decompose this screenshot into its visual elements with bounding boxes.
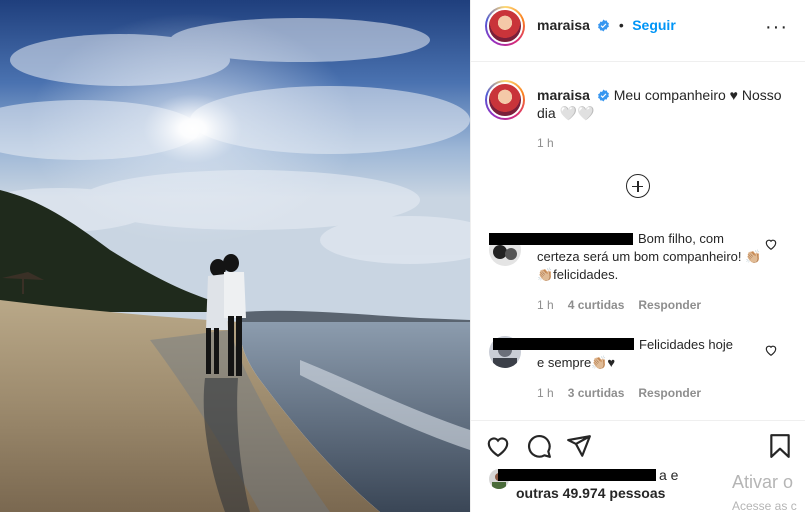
reply-button[interactable]: Responder (638, 298, 701, 312)
comment-meta: 1 h 3 curtidas Responder (537, 386, 701, 400)
load-more-comments-icon[interactable] (626, 174, 650, 198)
comment-time[interactable]: 1 h (537, 386, 554, 400)
reply-button[interactable]: Responder (638, 386, 701, 400)
caption-time[interactable]: 1 h (537, 136, 554, 150)
redacted-username (493, 338, 634, 350)
comment-like-heart-icon[interactable] (764, 343, 778, 357)
verified-badge-icon (598, 19, 610, 32)
caption-username[interactable]: maraisa (537, 87, 590, 103)
follow-button[interactable]: Seguir (632, 17, 676, 33)
comment-meta: 1 h 4 curtidas Responder (537, 298, 701, 312)
comment-text: e sempre👏🏼♥ (537, 355, 616, 370)
likes-count[interactable]: outras 49.974 pessoas (516, 485, 665, 501)
post-caption: maraisa Meu companheiro ♥ Nosso dia 🤍🤍 (537, 86, 792, 122)
beach-sunset-photo (0, 0, 470, 512)
comment-icon[interactable] (526, 433, 552, 459)
separator-dot: • (618, 17, 624, 33)
comment-text-line1: Felicidades hoje (639, 337, 733, 352)
comment-likes[interactable]: 4 curtidas (568, 298, 625, 312)
share-icon[interactable] (566, 433, 592, 459)
comment-likes[interactable]: 3 curtidas (568, 386, 625, 400)
activation-watermark-title: Ativar o (732, 472, 794, 492)
save-icon[interactable] (767, 433, 793, 459)
post-photo[interactable] (0, 0, 470, 512)
comment-text: certeza será um bom companheiro! 👏🏼👏🏼fel… (537, 249, 762, 282)
activation-watermark-subtitle: Acesse as c (732, 499, 797, 512)
heart-icon[interactable] (485, 433, 511, 459)
verified-badge-icon (597, 89, 609, 102)
caption-author-avatar[interactable] (485, 80, 525, 120)
comment-time[interactable]: 1 h (537, 298, 554, 312)
likes-connector: a e (659, 467, 679, 483)
more-options-icon[interactable]: ··· (765, 16, 788, 39)
comment-text-line1: Bom filho, com (638, 231, 724, 246)
comment-like-heart-icon[interactable] (764, 237, 778, 251)
redacted-username (498, 469, 656, 481)
author-avatar[interactable] (485, 6, 525, 46)
likes-others[interactable]: outras 49.974 pessoas (516, 485, 665, 501)
post-header: maraisa • Seguir ··· (471, 0, 805, 62)
author-username[interactable]: maraisa (537, 17, 590, 33)
author-line: maraisa • Seguir (537, 17, 676, 35)
redacted-username (489, 233, 633, 245)
post-sidebar: maraisa • Seguir ··· maraisa Meu companh… (470, 0, 805, 512)
